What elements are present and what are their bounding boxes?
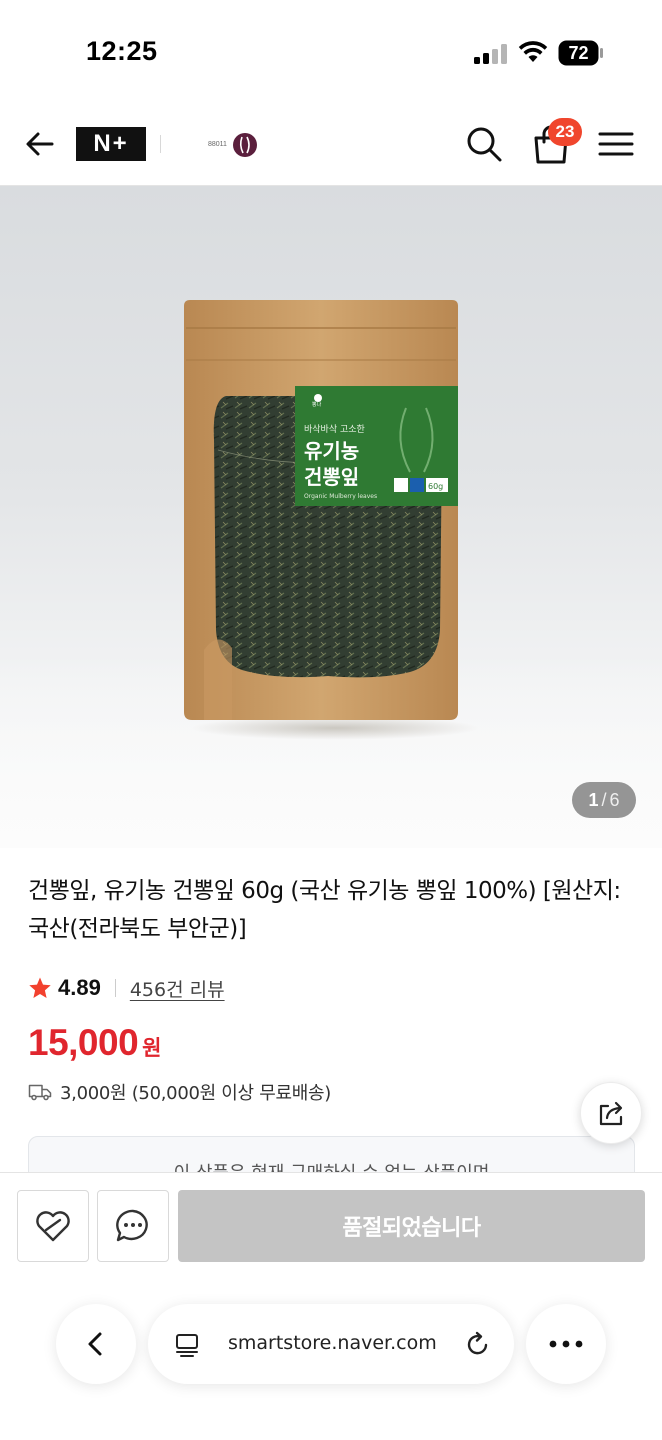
package-brand: 뽕나 <box>312 401 322 408</box>
more-dots-icon <box>549 1340 583 1348</box>
wifi-icon <box>518 41 548 62</box>
hamburger-menu-icon[interactable] <box>596 126 636 162</box>
soldout-button[interactable]: 품절되었습니다 <box>178 1190 645 1262</box>
naver-plus-logo[interactable]: N+ <box>76 127 146 161</box>
package-title-1: 유기농 <box>304 439 359 463</box>
store-logo[interactable]: 88011 <box>208 132 258 158</box>
product-pouch-image: 바삭바삭 고소한 유기농 건뽕잎 Organic Mulberry leaves… <box>184 300 458 720</box>
browser-toolbar: smartstore.naver.com <box>0 1272 662 1440</box>
reader-mode-icon[interactable] <box>174 1332 200 1358</box>
rating-value: 4.89 <box>58 975 101 1000</box>
package-title-2: 건뽕잎 <box>304 465 359 489</box>
price-value: 15,000 <box>28 1022 139 1063</box>
status-time: 12:25 <box>86 36 158 66</box>
product-image-gallery[interactable]: 바삭바삭 고소한 유기농 건뽕잎 Organic Mulberry leaves… <box>0 186 662 848</box>
url-text[interactable]: smartstore.naver.com <box>228 1332 446 1358</box>
chevron-left-icon <box>88 1332 102 1356</box>
package-weight: 60g <box>428 482 443 491</box>
shipping-row: 3,000원 (50,000원 이상 무료배송) <box>28 1078 331 1106</box>
status-bar: 12:25 72 <box>0 0 662 100</box>
wishlist-button[interactable] <box>17 1190 89 1262</box>
product-title: 건뽕잎, 유기농 건뽕잎 60g (국산 유기농 뽕잎 100%) [원산지:국… <box>28 878 621 942</box>
price-unit: 원 <box>142 1036 162 1060</box>
package-english: Organic Mulberry leaves <box>304 493 377 500</box>
current-page: 1 <box>588 789 599 810</box>
browser-back-button[interactable] <box>56 1304 136 1384</box>
browser-more-button[interactable] <box>526 1304 606 1384</box>
battery-icon: 72 <box>558 40 604 66</box>
rating-row: 4.89 456건 리뷰 <box>28 972 225 1004</box>
image-page-indicator: 1 / 6 <box>572 782 636 818</box>
chat-bubble-icon <box>116 1209 148 1242</box>
arrow-left-icon[interactable] <box>20 124 60 164</box>
battery-level: 72 <box>568 42 589 63</box>
review-count-link[interactable]: 456건 리뷰 <box>130 975 225 1002</box>
page-separator: / <box>601 789 607 810</box>
reload-icon[interactable] <box>464 1330 492 1358</box>
shipping-info: 3,000원 (50,000원 이상 무료배송) <box>60 1083 332 1104</box>
heart-icon <box>36 1211 70 1242</box>
address-bar[interactable]: smartstore.naver.com <box>148 1304 514 1384</box>
store-logo-text: 88011 <box>208 141 227 148</box>
talk-talk-button[interactable] <box>97 1190 169 1262</box>
cart-count-badge: 23 <box>548 118 582 146</box>
signal-icon <box>474 44 507 64</box>
package-subtitle: 바삭바삭 고소한 <box>304 424 365 435</box>
share-button[interactable] <box>580 1082 642 1144</box>
header-divider <box>160 135 161 153</box>
total-pages: 6 <box>609 789 620 810</box>
purchase-bar: 품절되었습니다 <box>0 1172 662 1272</box>
search-icon[interactable] <box>464 124 504 164</box>
truck-icon <box>28 1084 52 1101</box>
share-icon <box>599 1101 623 1126</box>
rating-divider <box>114 979 116 997</box>
star-icon <box>29 977 51 998</box>
store-leaf-icon <box>233 133 257 157</box>
price-row: 15,000 원 <box>28 1022 162 1070</box>
